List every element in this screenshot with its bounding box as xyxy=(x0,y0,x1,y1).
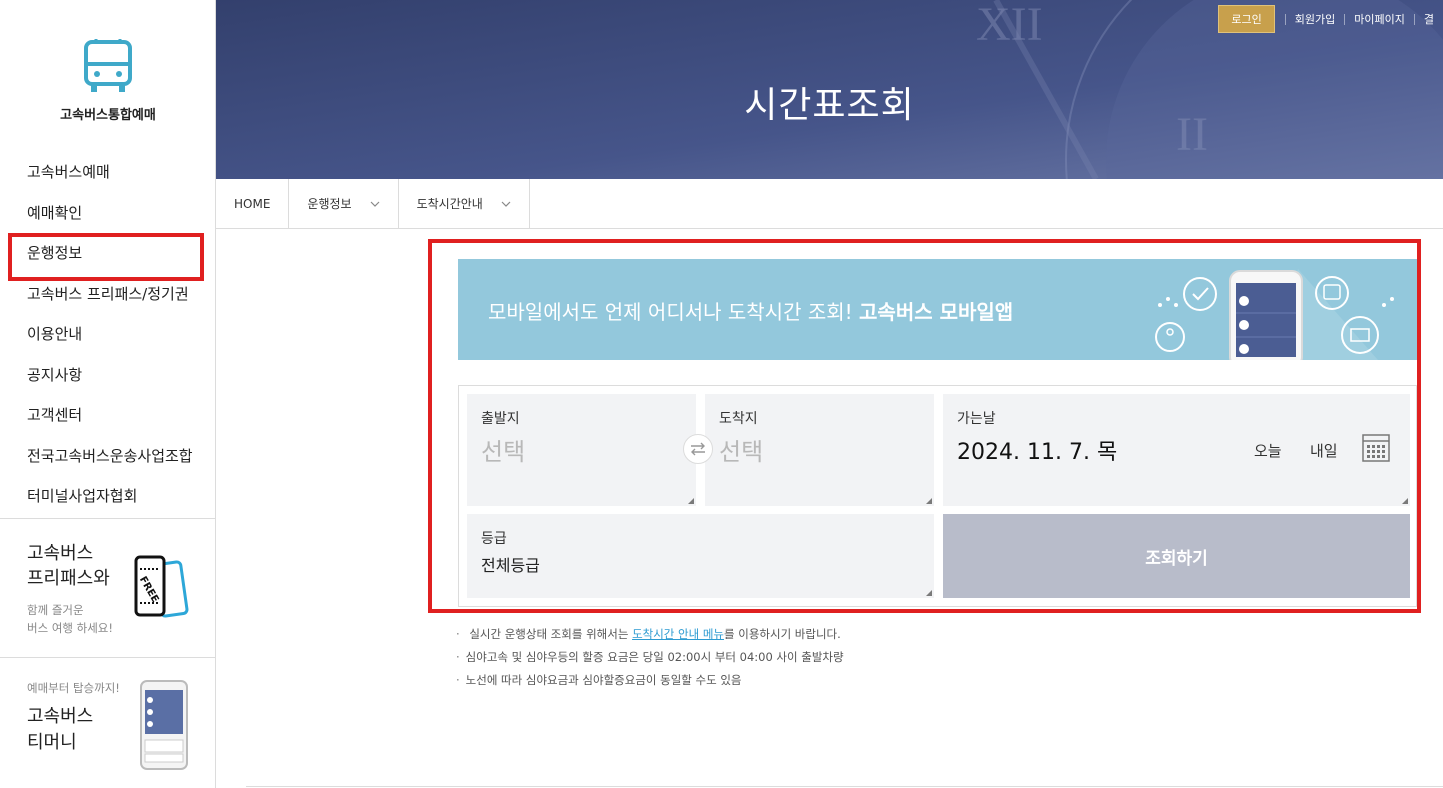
breadcrumb-level1-label: 운행정보 xyxy=(307,197,352,211)
top-nav: 로그인 회원가입 마이페이지 결 xyxy=(1218,5,1443,33)
sidebar-item-operation-info[interactable]: 운행정보 xyxy=(0,233,216,274)
note-1-post: 를 이용하시기 바랍니다. xyxy=(724,627,841,641)
phone-icon xyxy=(140,680,188,770)
app-banner-text: 모바일에서도 언제 어디서나 도착시간 조회! 고속버스 모바일앱 xyxy=(488,296,1013,325)
tomorrow-button[interactable]: 내일 xyxy=(1310,440,1338,461)
corner-mark xyxy=(1402,498,1408,504)
timetable-search-form: 출발지 선택 도착지 선택 가는날 2024. 11. 7. 목 오늘 내일 등… xyxy=(458,385,1417,607)
breadcrumb-home-label: HOME xyxy=(234,197,271,211)
breadcrumb-level1[interactable]: 운행정보 xyxy=(289,179,399,229)
grade-label: 등급 xyxy=(481,531,507,547)
sidebar-menu: 고속버스예매 예매확인 운행정보 고속버스 프리패스/정기권 이용안내 공지사항… xyxy=(0,152,216,517)
date-field[interactable]: 가는날 2024. 11. 7. 목 오늘 내일 xyxy=(943,394,1410,506)
breadcrumb-home[interactable]: HOME xyxy=(216,179,290,229)
arrival-label: 도착지 xyxy=(719,411,758,427)
date-label: 가는날 xyxy=(957,411,996,427)
promo-freepass-sub-line1: 함께 즐거운 xyxy=(27,603,84,617)
arrival-value: 선택 xyxy=(719,438,764,466)
corner-mark xyxy=(688,498,694,504)
promo-freepass[interactable]: 고속버스 프리패스와 함께 즐거운 버스 여행 하세요! FREE xyxy=(0,518,216,658)
app-banner-text-normal: 모바일에서도 언제 어디서나 도착시간 조회! xyxy=(488,300,860,324)
page-title: 시간표조회 xyxy=(744,85,915,126)
brand-name: 고속버스통합예매 xyxy=(60,108,156,123)
login-button[interactable]: 로그인 xyxy=(1218,5,1275,33)
sidebar-item-customer-center[interactable]: 고객센터 xyxy=(0,395,216,436)
swap-button[interactable] xyxy=(683,434,713,464)
promo-freepass-sub-line2: 버스 여행 하세요! xyxy=(27,621,113,635)
today-button[interactable]: 오늘 xyxy=(1254,440,1282,461)
corner-mark xyxy=(926,498,932,504)
corner-mark xyxy=(926,590,932,596)
breadcrumb-level2[interactable]: 도착시간안내 xyxy=(399,179,530,229)
payment-link[interactable]: 결 xyxy=(1413,13,1443,25)
promo-tmoney-title-line1: 고속버스 xyxy=(27,706,94,727)
promo-freepass-title-line2: 프리패스와 xyxy=(27,568,110,589)
search-button[interactable]: 조회하기 xyxy=(943,514,1410,598)
header-banner: XII II 시간표조회 로그인 회원가입 마이페이지 결 xyxy=(216,0,1443,179)
promo-tmoney-title: 고속버스 티머니 xyxy=(27,704,93,756)
free-ticket-icon: FREE xyxy=(134,555,189,618)
arrival-field[interactable]: 도착지 선택 xyxy=(705,394,934,506)
app-illustration-icon xyxy=(1155,269,1394,360)
app-banner-text-bold: 고속버스 모바일앱 xyxy=(859,300,1014,324)
promo-tmoney-title-line2: 티머니 xyxy=(27,732,77,753)
note-item: 심야고속 및 심야우등의 할증 요금은 당일 02:00시 부터 04:00 사… xyxy=(456,646,844,669)
divider xyxy=(246,786,1443,787)
sidebar-item-freepass[interactable]: 고속버스 프리패스/정기권 xyxy=(0,274,216,315)
mobile-app-banner[interactable]: 모바일에서도 언제 어디서나 도착시간 조회! 고속버스 모바일앱 xyxy=(458,259,1417,360)
bus-icon xyxy=(84,39,132,92)
date-value: 2024. 11. 7. 목 xyxy=(957,440,1118,465)
notes-list: 실시간 운행상태 조회를 위해서는 도착시간 안내 메뉴를 이용하시기 바랍니다… xyxy=(456,623,844,692)
sidebar-item-terminal[interactable]: 터미널사업자협회 xyxy=(0,476,216,517)
sidebar-item-check[interactable]: 예매확인 xyxy=(0,193,216,234)
grade-field[interactable]: 등급 전체등급 xyxy=(467,514,934,598)
promo-freepass-title-line1: 고속버스 xyxy=(27,543,94,564)
signup-link[interactable]: 회원가입 xyxy=(1284,13,1344,25)
logo[interactable]: 고속버스통합예매 xyxy=(0,38,216,123)
breadcrumb-level2-label: 도착시간안내 xyxy=(416,197,483,211)
note-item: 노선에 따라 심야요금과 심야할증요금이 동일할 수도 있음 xyxy=(456,669,844,692)
chevron-down-icon xyxy=(501,201,511,207)
sidebar-item-union[interactable]: 전국고속버스운송사업조합 xyxy=(0,436,216,477)
breadcrumb: HOME 운행정보 도착시간안내 xyxy=(216,179,1443,229)
departure-label: 출발지 xyxy=(481,411,520,427)
chevron-down-icon xyxy=(370,201,380,207)
departure-value: 선택 xyxy=(481,438,526,466)
promo-freepass-title: 고속버스 프리패스와 xyxy=(27,541,110,591)
grade-value: 전체등급 xyxy=(481,556,540,575)
sidebar-item-guide[interactable]: 이용안내 xyxy=(0,314,216,355)
sidebar-item-notice[interactable]: 공지사항 xyxy=(0,355,216,396)
sidebar-item-reservation[interactable]: 고속버스예매 xyxy=(0,152,216,193)
arrival-info-menu-link[interactable]: 도착시간 안내 메뉴 xyxy=(632,627,724,641)
mypage-link[interactable]: 마이페이지 xyxy=(1344,13,1414,25)
promo-freepass-sub: 함께 즐거운 버스 여행 하세요! xyxy=(27,601,113,637)
calendar-icon[interactable] xyxy=(1362,434,1390,462)
departure-field[interactable]: 출발지 선택 xyxy=(467,394,696,506)
note-1-pre: 실시간 운행상태 조회를 위해서는 xyxy=(469,627,633,641)
sidebar: 고속버스통합예매 고속버스예매 예매확인 운행정보 고속버스 프리패스/정기권 … xyxy=(0,0,216,788)
promo-tmoney-sub: 예매부터 탑승까지! xyxy=(27,681,120,695)
note-item: 실시간 운행상태 조회를 위해서는 도착시간 안내 메뉴를 이용하시기 바랍니다… xyxy=(456,623,844,646)
swap-arrows-icon xyxy=(691,442,705,456)
promo-tmoney[interactable]: 예매부터 탑승까지! 고속버스 티머니 xyxy=(0,660,216,788)
